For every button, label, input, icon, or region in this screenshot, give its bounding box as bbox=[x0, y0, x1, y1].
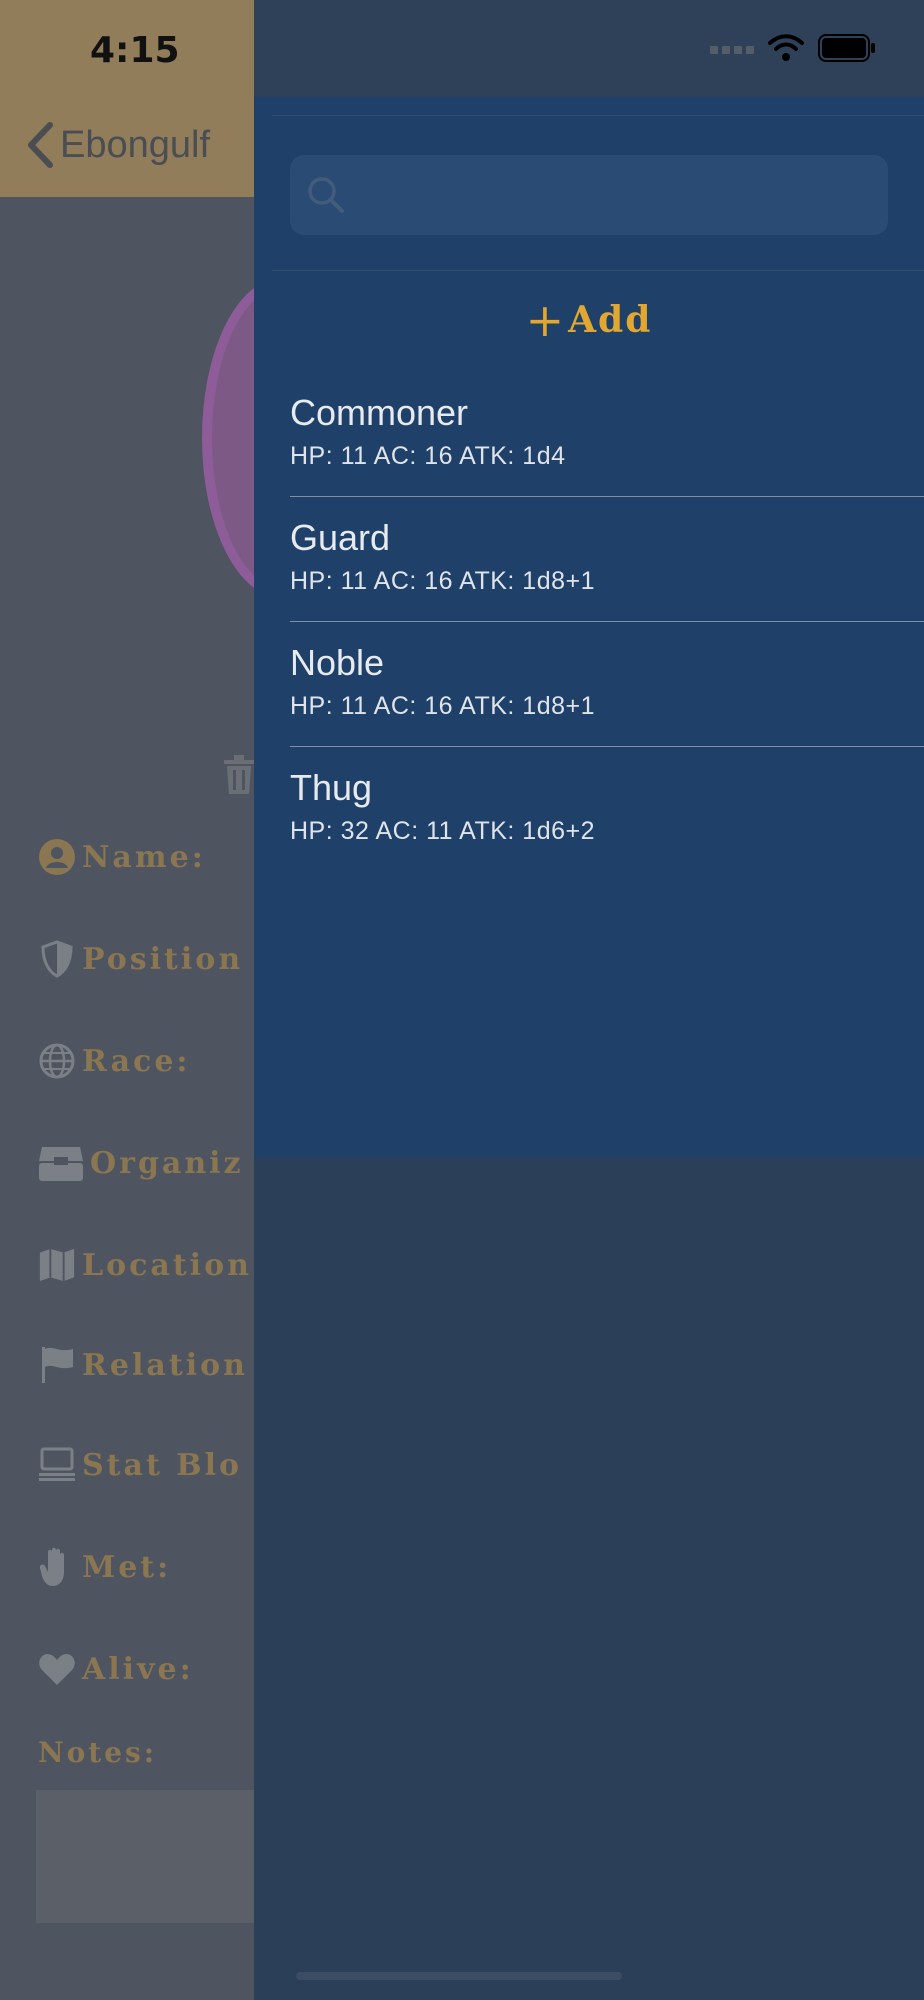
notes-textarea[interactable] bbox=[36, 1790, 254, 1923]
item-stats: HP: 32 AC: 11 ATK: 1d6+2 bbox=[290, 817, 596, 845]
laptop-icon bbox=[38, 1446, 76, 1484]
chevron-left-icon bbox=[28, 122, 53, 168]
stat-block-label: Stat Blo bbox=[82, 1447, 243, 1483]
home-indicator[interactable] bbox=[296, 1972, 622, 1980]
globe-icon bbox=[38, 1042, 76, 1080]
race-label: Race: bbox=[82, 1043, 191, 1079]
user-circle-icon bbox=[38, 838, 76, 876]
name-label: Name: bbox=[82, 839, 206, 875]
divider bbox=[272, 115, 924, 116]
met-field[interactable]: Met: bbox=[38, 1547, 172, 1586]
location-label: Location bbox=[82, 1247, 252, 1283]
back-button-label: Ebongulf bbox=[60, 123, 211, 166]
list-item[interactable]: Commoner HP: 11 AC: 16 ATK: 1d4 bbox=[290, 372, 924, 497]
stat-block-list: Commoner HP: 11 AC: 16 ATK: 1d4 Guard HP… bbox=[290, 372, 924, 871]
item-stats: HP: 11 AC: 16 ATK: 1d4 bbox=[290, 442, 566, 470]
organization-field[interactable]: Organiz bbox=[38, 1144, 244, 1182]
name-field[interactable]: Name: bbox=[38, 838, 206, 876]
relationship-label: Relation bbox=[82, 1347, 248, 1383]
list-item[interactable]: Noble HP: 11 AC: 16 ATK: 1d8+1 bbox=[290, 622, 924, 747]
location-field[interactable]: Location bbox=[38, 1246, 252, 1284]
status-icons bbox=[710, 34, 876, 62]
item-name: Noble bbox=[290, 642, 385, 683]
divider bbox=[272, 270, 924, 271]
heart-icon bbox=[38, 1650, 76, 1688]
list-item[interactable]: Thug HP: 32 AC: 11 ATK: 1d6+2 bbox=[290, 747, 924, 871]
item-name: Guard bbox=[290, 517, 391, 558]
wifi-icon bbox=[768, 34, 804, 61]
race-field[interactable]: Race: bbox=[38, 1042, 191, 1080]
archive-box-icon bbox=[38, 1144, 84, 1182]
plus-icon: + bbox=[525, 293, 567, 347]
hand-icon bbox=[38, 1547, 76, 1586]
stat-block-field[interactable]: Stat Blo bbox=[38, 1446, 242, 1484]
add-button[interactable]: +Add bbox=[254, 293, 924, 347]
search-bar[interactable] bbox=[290, 155, 888, 235]
organization-label: Organiz bbox=[90, 1145, 244, 1181]
status-bar bbox=[254, 0, 924, 97]
search-icon bbox=[306, 175, 346, 220]
map-icon bbox=[38, 1246, 76, 1284]
alive-field[interactable]: Alive: bbox=[38, 1650, 194, 1688]
shield-icon bbox=[38, 940, 76, 978]
navigation-bar: 4:15 Ebongulf bbox=[0, 0, 254, 197]
item-name: Commoner bbox=[290, 392, 469, 433]
back-button[interactable]: Ebongulf bbox=[26, 122, 210, 168]
stat-block-panel: +Add Commoner HP: 11 AC: 16 ATK: 1d4 Gua… bbox=[254, 97, 924, 1157]
list-item[interactable]: Guard HP: 11 AC: 16 ATK: 1d8+1 bbox=[290, 497, 924, 622]
notes-label: Notes: bbox=[38, 1736, 158, 1769]
item-name: Thug bbox=[290, 767, 373, 808]
position-label: Position bbox=[82, 941, 244, 977]
alive-label: Alive: bbox=[82, 1651, 194, 1687]
item-stats: HP: 11 AC: 16 ATK: 1d8+1 bbox=[290, 567, 596, 595]
relationship-field[interactable]: Relation bbox=[38, 1346, 248, 1384]
add-button-label: Add bbox=[568, 299, 653, 341]
item-stats: HP: 11 AC: 16 ATK: 1d8+1 bbox=[290, 692, 596, 720]
trash-icon[interactable] bbox=[222, 754, 256, 801]
status-time: 4:15 bbox=[90, 30, 180, 71]
met-label: Met: bbox=[82, 1549, 172, 1585]
position-field[interactable]: Position bbox=[38, 940, 243, 978]
battery-icon bbox=[818, 34, 875, 62]
flag-icon bbox=[38, 1346, 76, 1384]
stat-block-drawer: +Add Commoner HP: 11 AC: 16 ATK: 1d4 Gua… bbox=[254, 0, 924, 2000]
cellular-signal-icon bbox=[710, 46, 754, 54]
